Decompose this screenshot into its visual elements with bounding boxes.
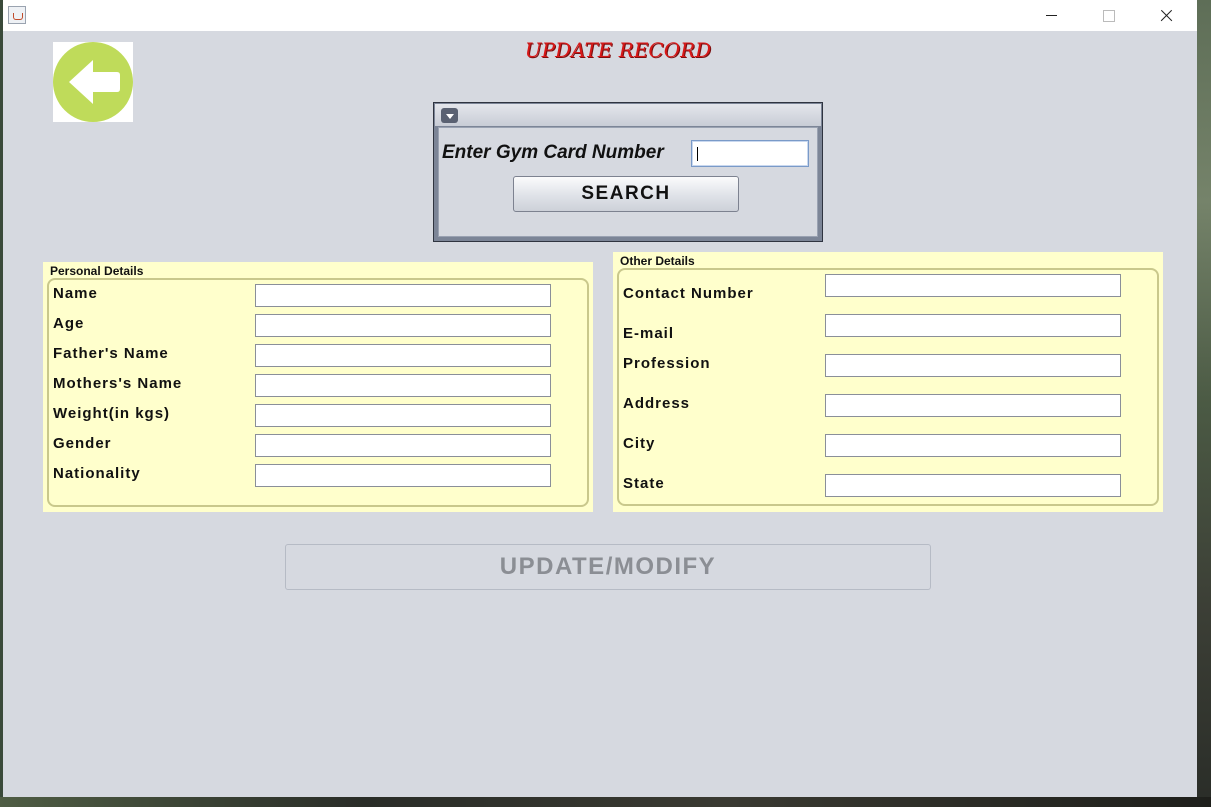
personal-details-title: Personal Details [50,264,144,278]
search-panel-header [435,104,821,126]
search-panel-body: Enter Gym Card Number SEARCH [438,127,818,237]
other-details-panel: Other Details Contact Number E-mail Prof… [613,252,1163,512]
nationality-label: Nationality [53,465,141,482]
gym-card-number-input[interactable] [691,140,809,167]
name-field[interactable] [255,284,551,307]
desktop-background-edge [1197,0,1211,807]
address-label: Address [623,395,691,412]
age-field[interactable] [255,314,551,337]
app-window: UPDATE RECORD Enter Gym Card Number SEAR… [3,0,1197,797]
fathers-name-field[interactable] [255,344,551,367]
email-field[interactable] [825,314,1121,337]
page-title: UPDATE RECORD [524,38,712,62]
personal-details-panel: Personal Details Name Age Father's Name … [43,262,593,512]
gender-label: Gender [53,435,112,452]
email-label: E-mail [623,325,675,342]
profession-field[interactable] [825,354,1121,377]
java-app-icon[interactable] [8,6,26,24]
age-label: Age [53,315,85,332]
fathers-name-label: Father's Name [53,345,169,362]
title-bar [3,0,1197,31]
weight-label: Weight(in kgs) [53,405,171,422]
profession-label: Profession [623,355,711,372]
search-button[interactable]: SEARCH [513,176,739,212]
address-field[interactable] [825,394,1121,417]
state-field[interactable] [825,474,1121,497]
mothers-name-field[interactable] [255,374,551,397]
arrow-left-icon [69,60,120,104]
search-panel: Enter Gym Card Number SEARCH [433,102,823,242]
collapse-toggle-icon[interactable] [441,108,458,123]
other-details-title: Other Details [620,254,695,268]
back-button[interactable] [53,42,133,122]
minimize-icon[interactable] [1021,0,1079,31]
city-label: City [623,435,656,452]
other-details-border [617,268,1159,506]
gym-card-label: Enter Gym Card Number [442,142,664,163]
contact-number-label: Contact Number [623,285,754,302]
desktop-background-bottom [0,797,1211,807]
nationality-field[interactable] [255,464,551,487]
weight-field[interactable] [255,404,551,427]
gender-field[interactable] [255,434,551,457]
city-field[interactable] [825,434,1121,457]
update-modify-button[interactable]: UPDATE/MODIFY [285,544,931,590]
state-label: State [623,475,665,492]
contact-number-field[interactable] [825,274,1121,297]
name-label: Name [53,285,98,302]
close-icon[interactable] [1137,0,1195,31]
maximize-icon[interactable] [1079,0,1137,31]
mothers-name-label: Mothers's Name [53,375,183,392]
